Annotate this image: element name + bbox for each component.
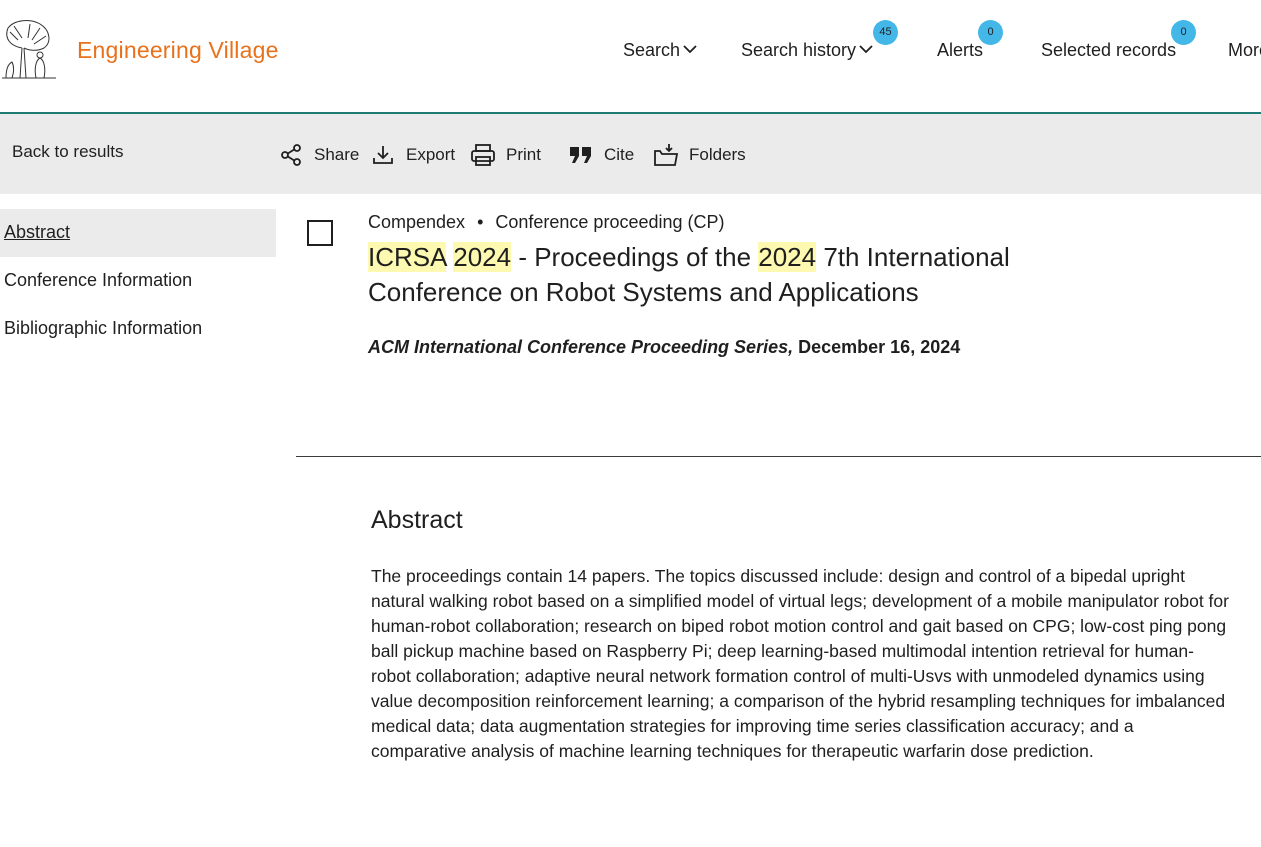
brand-name[interactable]: Engineering Village	[77, 37, 279, 64]
nav-search-history-label: Search history	[741, 40, 857, 60]
printer-icon	[470, 142, 496, 168]
folder-add-icon	[653, 142, 679, 168]
nav-search-label: Search	[623, 40, 681, 60]
share-icon	[278, 142, 304, 168]
sidebar-item-conference-information[interactable]: Conference Information	[0, 257, 276, 305]
series-name[interactable]: ACM International Conference Proceeding …	[368, 337, 793, 357]
print-button[interactable]: Print	[470, 142, 541, 168]
sidebar-item-bibliographic-information[interactable]: Bibliographic Information	[0, 305, 276, 353]
document-type: Conference proceeding (CP)	[495, 212, 725, 232]
title-text: - Proceedings of the	[511, 242, 759, 272]
nav-selected-records-label: Selected records	[1041, 40, 1177, 60]
abstract-text: The proceedings contain 14 papers. The t…	[371, 566, 1229, 761]
chevron-down-icon	[859, 45, 873, 54]
back-to-results-label: Back to results	[12, 142, 124, 161]
selected-records-count-badge: 0	[1171, 20, 1196, 45]
chevron-down-icon	[683, 45, 697, 54]
abstract-heading: Abstract	[371, 506, 463, 534]
nav-alerts[interactable]: Alerts	[937, 40, 983, 61]
title-highlight: 2024	[758, 242, 817, 272]
back-to-results-link[interactable]: Back to results	[12, 142, 124, 162]
download-icon	[370, 142, 396, 168]
search-history-count-badge: 45	[873, 20, 898, 45]
folders-button[interactable]: Folders	[653, 142, 746, 168]
share-label: Share	[314, 145, 360, 164]
nav-alerts-label: Alerts	[937, 40, 984, 60]
record-source-line: Compendex • Conference proceeding (CP)	[368, 212, 725, 233]
print-label: Print	[506, 145, 541, 164]
record-title: ICRSA 2024 - Proceedings of the 2024 7th…	[368, 240, 1068, 310]
folders-label: Folders	[689, 145, 746, 164]
nav-more-label: More	[1228, 40, 1261, 60]
separator-dot: •	[477, 212, 484, 232]
title-highlight: ICRSA	[368, 242, 447, 272]
nav-search[interactable]: Search	[623, 40, 697, 61]
select-record-checkbox[interactable]	[307, 220, 333, 246]
nav-selected-records[interactable]: Selected records	[1041, 40, 1176, 61]
publication-series: ACM International Conference Proceeding …	[368, 337, 960, 358]
title-highlight: 2024	[453, 242, 512, 272]
nav-more[interactable]: More	[1228, 40, 1261, 61]
quote-icon	[568, 142, 594, 168]
export-button[interactable]: Export	[370, 142, 455, 168]
sidebar-item-abstract[interactable]: Abstract	[0, 209, 276, 257]
nav-search-history[interactable]: Search history	[741, 40, 873, 61]
cite-button[interactable]: Cite	[568, 142, 634, 168]
record-toolbar: Back to results Share Export Print Cite …	[0, 114, 1261, 194]
share-button[interactable]: Share	[278, 142, 359, 168]
database-name: Compendex	[368, 212, 466, 232]
cite-label: Cite	[604, 145, 635, 164]
section-divider	[296, 456, 1261, 457]
publication-date: December 16, 2024	[798, 337, 961, 357]
elsevier-tree-logo-icon[interactable]	[0, 18, 58, 82]
alerts-count-badge: 0	[978, 20, 1003, 45]
export-label: Export	[406, 145, 456, 164]
site-header: Engineering Village Search Search histor…	[0, 0, 1261, 114]
record-section-nav: Abstract Conference Information Bibliogr…	[0, 209, 276, 353]
